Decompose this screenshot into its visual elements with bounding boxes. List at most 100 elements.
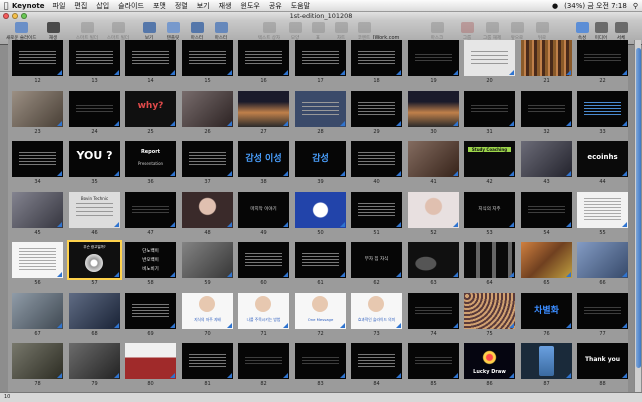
slide-tile[interactable]: Bovin Technic 46 bbox=[69, 192, 120, 236]
slide-tile[interactable]: 18 bbox=[351, 40, 402, 84]
menu-4[interactable]: 포맷 bbox=[153, 1, 166, 11]
slide-tile[interactable]: Lucky Draw 86 bbox=[464, 343, 515, 387]
clock[interactable]: (34%) 금 오전 7:18 bbox=[564, 1, 627, 11]
slide-tile[interactable]: Study Coaching 42 bbox=[464, 141, 515, 185]
slide-tile[interactable]: 14 bbox=[125, 40, 176, 84]
slide-tile[interactable]: 68 bbox=[69, 293, 120, 337]
slide-tile[interactable]: 82 bbox=[238, 343, 289, 387]
slide-tile[interactable]: Thank you 88 bbox=[577, 343, 628, 387]
slide-tile[interactable]: 79 bbox=[69, 343, 120, 387]
slide-tile[interactable]: 51 bbox=[351, 192, 402, 236]
slide-tile[interactable]: 67 bbox=[12, 293, 63, 337]
slide-tile[interactable]: 87 bbox=[521, 343, 572, 387]
toolbar-masters-button[interactable]: 마스터 bbox=[206, 22, 236, 41]
slide-tile[interactable]: 마지막 이야기 49 bbox=[238, 192, 289, 236]
slide-tile[interactable]: ecoinhs 44 bbox=[577, 141, 628, 185]
toolbar-play-button[interactable]: 재생 bbox=[38, 22, 68, 41]
toolbar-new-slide-button[interactable]: 새로운 슬라이드 bbox=[6, 22, 36, 41]
slide-tile[interactable]: 감성 39 bbox=[295, 141, 346, 185]
slide-tile[interactable]: 63 bbox=[408, 242, 459, 286]
slide-tile[interactable]: 47 bbox=[125, 192, 176, 236]
slide-tile[interactable]: 60 bbox=[238, 242, 289, 286]
slide-tile[interactable]: 74 bbox=[408, 293, 459, 337]
scroll-knob[interactable] bbox=[636, 48, 641, 368]
slide-tile[interactable]: 지식의 지주 53 bbox=[464, 192, 515, 236]
slide-tile[interactable]: 28 bbox=[295, 91, 346, 135]
slide-tile[interactable]: 22 bbox=[577, 40, 628, 84]
menu-10[interactable]: 도움말 bbox=[291, 1, 310, 11]
slide-tile[interactable]: 52 bbox=[408, 192, 459, 236]
slide-tile[interactable]: 64 bbox=[464, 242, 515, 286]
menu-6[interactable]: 보기 bbox=[197, 1, 210, 11]
toolbar-mask-button[interactable]: 마스크 bbox=[422, 22, 452, 41]
menu-0[interactable]: 파일 bbox=[53, 1, 66, 11]
slide-tile[interactable]: 26 bbox=[182, 91, 233, 135]
slide-tile[interactable]: 81 bbox=[182, 343, 233, 387]
slide-tile[interactable]: 효과적인 슬라이드 의미 73 bbox=[351, 293, 402, 337]
slide-tile[interactable]: 감성 이성 38 bbox=[238, 141, 289, 185]
slide-tile[interactable]: 30 bbox=[408, 91, 459, 135]
slide-tile[interactable]: 무슨 광고일까? 57 bbox=[67, 240, 122, 286]
slide-tile[interactable]: 45 bbox=[12, 192, 63, 236]
slide-tile[interactable]: 31 bbox=[464, 91, 515, 135]
slide-tile[interactable]: 23 bbox=[12, 91, 63, 135]
slide-tile[interactable]: 17 bbox=[295, 40, 346, 84]
slide-tile[interactable]: 66 bbox=[577, 242, 628, 286]
slide-tile[interactable]: 12 bbox=[12, 40, 63, 84]
slide-tile[interactable]: 56 bbox=[12, 242, 63, 286]
slide-tile[interactable]: 55 bbox=[577, 192, 628, 236]
slide-tile[interactable]: 54 bbox=[521, 192, 572, 236]
toolbar-smart-build-button[interactable]: 스마트 빌더 bbox=[72, 22, 102, 41]
menu-1[interactable]: 편집 bbox=[74, 1, 87, 11]
slide-tile[interactable]: 40 bbox=[351, 141, 402, 185]
slide-tile[interactable]: 16 bbox=[238, 40, 289, 84]
slide-tile[interactable]: 15 bbox=[182, 40, 233, 84]
slide-tile[interactable]: 34 bbox=[12, 141, 63, 185]
slide-tile[interactable]: 27 bbox=[238, 91, 289, 135]
menu-7[interactable]: 재생 bbox=[219, 1, 232, 11]
slide-tile[interactable]: 33 bbox=[577, 91, 628, 135]
slide-tile[interactable]: 37 bbox=[182, 141, 233, 185]
slide-tile[interactable]: why? 25 bbox=[125, 91, 176, 135]
toolbar-comment-button[interactable]: 코멘트 bbox=[349, 22, 379, 41]
menu-3[interactable]: 슬라이드 bbox=[118, 1, 144, 11]
slide-tile[interactable]: 84 bbox=[351, 343, 402, 387]
slide-tile[interactable]: 29 bbox=[351, 91, 402, 135]
slide-tile[interactable]: 13 bbox=[69, 40, 120, 84]
menu-9[interactable]: 공유 bbox=[269, 1, 282, 11]
slide-tile[interactable]: 43 bbox=[521, 141, 572, 185]
spotlight-icon[interactable]: ⚲ bbox=[633, 2, 638, 10]
slide-tile[interactable]: 83 bbox=[295, 343, 346, 387]
slide-tile[interactable]: 차별화 76 bbox=[521, 293, 572, 337]
slide-tile[interactable]: 77 bbox=[577, 293, 628, 337]
toolbar-back-button[interactable]: 뒤로 bbox=[527, 22, 557, 41]
slide-tile[interactable]: 지식의 저주 지배 70 bbox=[182, 293, 233, 337]
slide-tile[interactable]: 부자 집 자식 62 bbox=[351, 242, 402, 286]
menu-2[interactable]: 삽입 bbox=[96, 1, 109, 11]
slide-tile[interactable]: 50 bbox=[295, 192, 346, 236]
app-menu[interactable]: Keynote bbox=[12, 2, 45, 10]
slide-tile[interactable]: 20 bbox=[464, 40, 515, 84]
slide-tile[interactable]: 75 bbox=[464, 293, 515, 337]
slide-tile[interactable]: 단노백이 반오백이 비노비기 58 bbox=[125, 242, 176, 286]
slide-tile[interactable]: 41 bbox=[408, 141, 459, 185]
slide-tile[interactable]: 65 bbox=[521, 242, 572, 286]
toolbar-fonts-button[interactable]: 서체 bbox=[606, 22, 636, 41]
toolbar-build-button[interactable]: 스마트 빌더 bbox=[103, 22, 133, 41]
slide-tile[interactable]: YOU ? 35 bbox=[69, 141, 120, 185]
slide-tile[interactable]: 24 bbox=[69, 91, 120, 135]
slide-tile[interactable]: Report Presentation 36 bbox=[125, 141, 176, 185]
slide-tile[interactable]: 19 bbox=[408, 40, 459, 84]
slide-tile[interactable]: 59 bbox=[182, 242, 233, 286]
menu-8[interactable]: 윈도우 bbox=[241, 1, 260, 11]
vertical-scrollbar[interactable] bbox=[634, 40, 641, 392]
slide-tile[interactable]: 85 bbox=[408, 343, 459, 387]
slide-tile[interactable]: 80 bbox=[125, 343, 176, 387]
slide-tile[interactable]: One Message 72 bbox=[295, 293, 346, 337]
slide-tile[interactable]: 48 bbox=[182, 192, 233, 236]
wifi-icon[interactable]: ● bbox=[552, 2, 558, 10]
apple-icon[interactable]:  bbox=[0, 1, 12, 10]
zoom-level[interactable]: 10 bbox=[4, 394, 10, 400]
slide-tile[interactable]: 61 bbox=[295, 242, 346, 286]
slide-tile[interactable]: 78 bbox=[12, 343, 63, 387]
